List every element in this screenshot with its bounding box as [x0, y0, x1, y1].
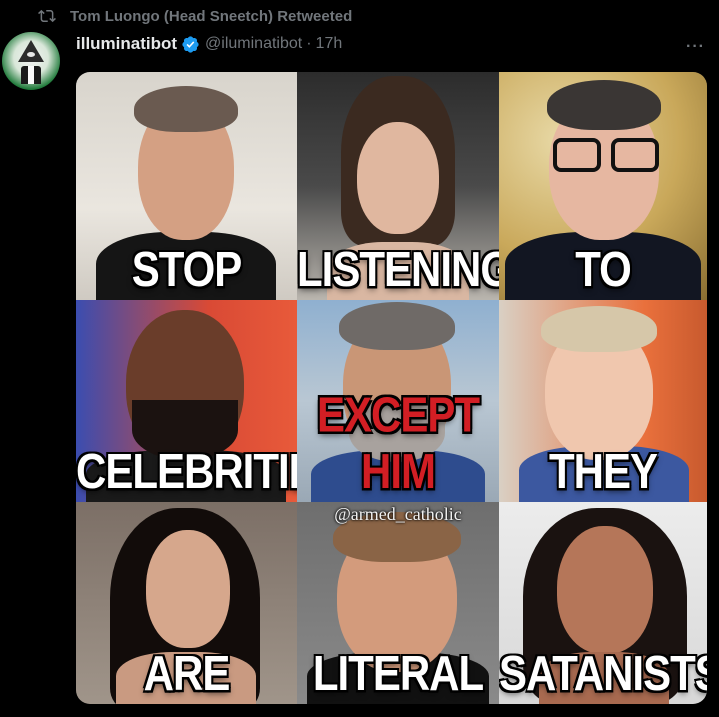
retweet-context[interactable]: Tom Luongo (Head Sneetch) Retweeted — [38, 6, 352, 26]
caption-are: ARE — [143, 645, 231, 701]
image-panel-1: STOP — [76, 72, 297, 300]
caption-stop: STOP — [131, 241, 243, 297]
caption-except-him: EXCEPT HIM — [316, 386, 480, 499]
caption-satanists: SATANISTS — [499, 645, 707, 701]
image-panel-3: TO — [499, 72, 707, 300]
image-panel-9: SATANISTS — [499, 502, 707, 704]
tweet-media-image[interactable]: STOP LISTENING TO CELEBRITIES EXCEPT HIM — [76, 72, 707, 704]
shirt-shape — [28, 66, 34, 84]
watermark: @armed_catholic — [334, 504, 462, 524]
separator: · — [306, 35, 312, 52]
retweet-label: Tom Luongo (Head Sneetch) Retweeted — [70, 7, 353, 25]
image-panel-5: EXCEPT HIM — [297, 300, 499, 502]
caption-to: TO — [575, 241, 632, 297]
image-panel-7: ARE — [76, 502, 297, 704]
caption-literal: LITERAL — [312, 645, 484, 701]
pyramid-shape — [18, 40, 44, 62]
tweet-header: illuminatibot @iluminatibot · 17h — [76, 32, 342, 56]
display-name[interactable]: illuminatibot — [76, 34, 177, 54]
handle[interactable]: @iluminatibot — [205, 35, 302, 53]
verified-badge-icon — [182, 35, 199, 53]
avatar[interactable] — [2, 32, 60, 90]
caption-they: THEY — [548, 443, 658, 499]
caption-listening: LISTENING — [297, 241, 499, 297]
image-panel-8: @armed_catholic LITERAL — [297, 502, 499, 704]
image-panel-4: CELEBRITIES — [76, 300, 297, 502]
eye-shape — [27, 52, 35, 57]
timestamp[interactable]: 17h — [316, 35, 343, 53]
caption-celebrities: CELEBRITIES — [76, 443, 297, 499]
image-panel-6: THEY — [499, 300, 707, 502]
retweet-icon — [38, 9, 56, 23]
image-panel-2: LISTENING — [297, 72, 499, 300]
more-icon[interactable]: ··· — [686, 38, 705, 56]
